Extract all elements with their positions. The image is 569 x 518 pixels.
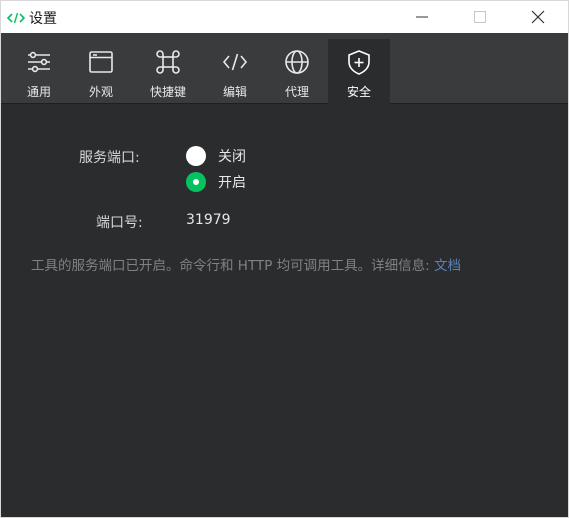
tab-editor[interactable]: 编辑: [204, 39, 266, 103]
hint-text: 工具的服务端口已开启。命令行和 HTTP 均可调用工具。详细信息:: [31, 258, 434, 274]
close-icon: [531, 10, 545, 24]
tab-appearance-label: 外观: [88, 85, 113, 99]
tab-general-label: 通用: [26, 85, 51, 99]
port-hint: 工具的服务端口已开启。命令行和 HTTP 均可调用工具。详细信息: 文档: [31, 255, 511, 278]
security-panel: 服务端口: 关闭 开启 端口号: 31979 工具的服务端口已开启。命令行和 H…: [1, 105, 568, 517]
radio-option-off[interactable]: 关闭: [186, 146, 246, 166]
tab-proxy-label: 代理: [284, 85, 309, 99]
port-label: 端口号:: [96, 215, 143, 231]
radio-on-label[interactable]: 开启: [218, 172, 246, 192]
window-icon: [89, 51, 113, 73]
radio-on[interactable]: [186, 172, 206, 192]
minimize-button[interactable]: [399, 1, 445, 33]
maximize-icon: [474, 11, 486, 23]
sliders-icon: [28, 51, 50, 73]
tab-security[interactable]: 安全: [328, 39, 390, 104]
settings-window: 设置 通用 外观 快捷键 编辑 代理 安全 服务端口: 关闭 开启 端口号: 3…: [0, 0, 569, 518]
tab-proxy[interactable]: 代理: [266, 39, 328, 103]
maximize-button[interactable]: [457, 1, 503, 33]
service-port-label: 服务端口:: [79, 150, 140, 166]
shield-plus-icon: [348, 50, 370, 75]
docs-link[interactable]: 文档: [434, 258, 461, 274]
globe-icon: [285, 50, 309, 74]
tab-security-label: 安全: [346, 85, 371, 99]
port-value: 31979: [186, 212, 231, 228]
tab-editor-label: 编辑: [222, 85, 247, 99]
radio-off-label[interactable]: 关闭: [218, 146, 246, 166]
tab-shortcuts-label: 快捷键: [149, 85, 186, 99]
window-title: 设置: [29, 11, 57, 27]
close-button[interactable]: [515, 1, 561, 33]
minimize-icon: [416, 16, 428, 18]
command-icon: [156, 50, 180, 74]
tab-general[interactable]: 通用: [8, 39, 70, 103]
tab-appearance[interactable]: 外观: [70, 39, 132, 103]
radio-option-on[interactable]: 开启: [186, 172, 246, 192]
title-bar: 设置: [1, 1, 568, 33]
settings-tabs: 通用 外观 快捷键 编辑 代理 安全: [1, 33, 568, 104]
code-icon: [222, 53, 248, 71]
code-brackets-icon: [6, 10, 26, 24]
radio-off[interactable]: [186, 146, 206, 166]
tab-shortcuts[interactable]: 快捷键: [137, 39, 199, 103]
